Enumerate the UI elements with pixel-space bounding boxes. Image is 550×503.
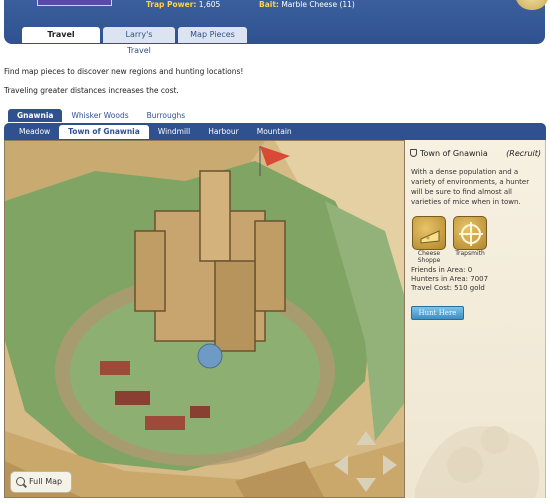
- trapsmith-button[interactable]: [453, 216, 487, 250]
- main-tab-bar: Travel Larry's Travel Map Pieces: [22, 27, 247, 55]
- tab-region-gnawnia[interactable]: Gnawnia: [8, 109, 63, 122]
- experience-bar: [37, 0, 112, 6]
- tab-travel[interactable]: Travel: [22, 27, 100, 43]
- tab-location-town-of-gnawnia[interactable]: Town of Gnawnia: [59, 125, 149, 139]
- arrow-left-icon[interactable]: [334, 455, 348, 475]
- tab-location-harbour[interactable]: Harbour: [199, 125, 248, 139]
- intro-text-1: Find map pieces to discover new regions …: [4, 67, 244, 76]
- location-rank: (Recruit): [506, 149, 541, 158]
- full-map-label: Full Map: [29, 477, 63, 486]
- cheese-shoppe-label: Cheese Shoppe: [417, 250, 441, 264]
- tab-location-mountain[interactable]: Mountain: [248, 125, 301, 139]
- location-name: Town of Gnawnia: [420, 149, 488, 158]
- friends-in-area: Friends in Area: 0: [411, 266, 473, 274]
- crosshair-icon: [459, 222, 483, 246]
- location-description: With a dense population and a variety of…: [411, 168, 530, 206]
- hunters-in-area: Hunters in Area: 7007: [411, 275, 489, 283]
- tab-location-meadow[interactable]: Meadow: [10, 125, 59, 139]
- tab-region-whisker-woods[interactable]: Whisker Woods: [62, 109, 137, 122]
- trap-power-label: Trap Power:: [146, 0, 197, 9]
- top-hud: Trap Power: 1,605 Bait: Marble Cheese (1…: [4, 0, 549, 55]
- bait-label: Bait:: [259, 0, 279, 9]
- travel-cost: Travel Cost: 510 gold: [411, 284, 485, 292]
- town-map-illustration: [5, 141, 404, 497]
- trap-power-value: 1,605: [198, 0, 221, 9]
- magnifier-icon: [16, 477, 25, 486]
- tab-map-pieces[interactable]: Map Pieces: [178, 27, 247, 43]
- location-info-panel: Town of Gnawnia (Recruit) With a dense p…: [405, 140, 546, 498]
- region-tab-bar: Gnawnia Whisker Woods Burroughs: [8, 109, 194, 122]
- arrow-right-icon[interactable]: [383, 455, 397, 475]
- bait-value: Marble Cheese (11): [281, 0, 355, 9]
- full-map-button[interactable]: Full Map: [10, 471, 72, 493]
- location-tab-bar: Meadow Town of Gnawnia Windmill Harbour …: [4, 123, 546, 140]
- trap-power-stat: Trap Power: 1,605: [146, 0, 220, 9]
- tab-larrys-travel[interactable]: Larry's Travel: [103, 27, 175, 55]
- intro-text-2: Traveling greater distances increases th…: [4, 86, 179, 95]
- tab-region-burroughs[interactable]: Burroughs: [138, 109, 195, 122]
- bait-stat: Bait: Marble Cheese (11): [259, 0, 355, 9]
- region-map[interactable]: [4, 140, 405, 498]
- arrow-up-icon[interactable]: [356, 431, 376, 445]
- shield-icon: [410, 149, 417, 157]
- cheese-shoppe-button[interactable]: [412, 216, 446, 250]
- mouse-sketch-decoration: [415, 426, 540, 498]
- trapsmith-label: Trapsmith: [455, 250, 485, 257]
- arrow-down-icon[interactable]: [356, 478, 376, 492]
- hunt-here-button[interactable]: Hunt Here: [411, 306, 464, 320]
- tab-location-windmill[interactable]: Windmill: [149, 125, 199, 139]
- cheese-icon: [420, 230, 440, 244]
- gold-coin-icon: [515, 0, 549, 10]
